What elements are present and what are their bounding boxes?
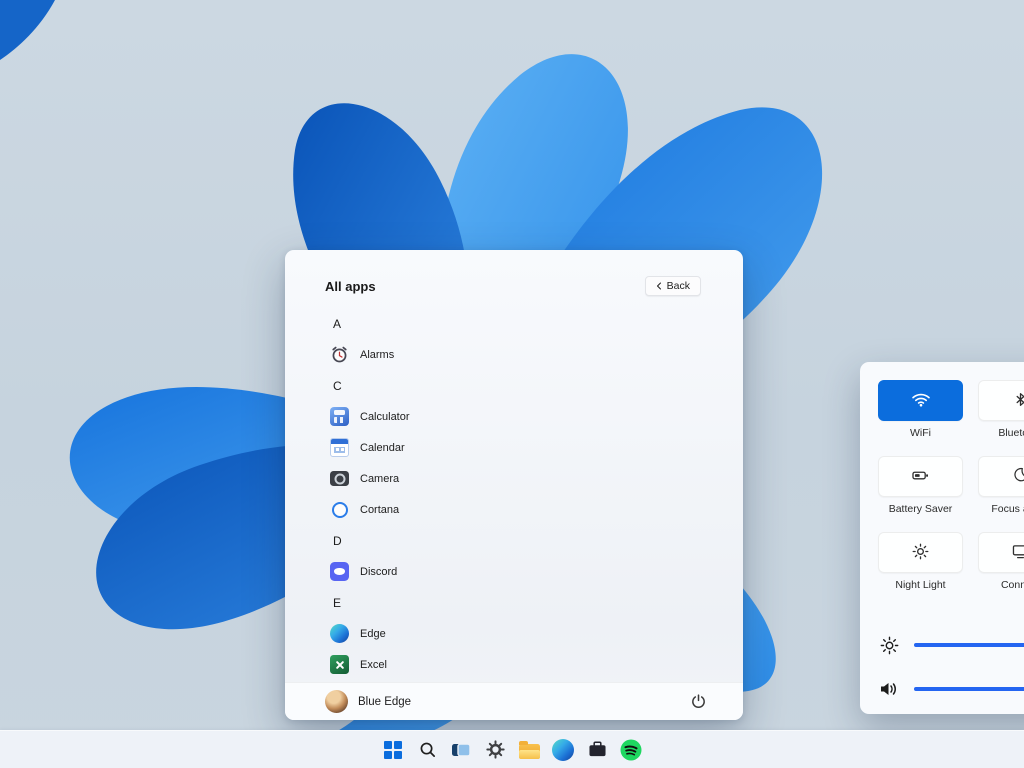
edge-icon <box>552 739 574 761</box>
night-light-tile-label: Night Light <box>878 579 963 591</box>
app-row-alarms[interactable]: Alarms <box>330 339 709 370</box>
gear-icon <box>486 740 505 759</box>
chevron-left-icon <box>656 282 662 290</box>
quick-setting-battery-saver: Battery Saver <box>878 456 963 515</box>
start-menu-footer: Blue Edge <box>285 682 743 720</box>
battery-saver-tile-label: Battery Saver <box>878 503 963 515</box>
camera-icon <box>330 469 349 488</box>
quick-setting-connect: Connect <box>978 532 1024 591</box>
quick-setting-bluetooth: Bluetooth <box>978 380 1024 439</box>
windows-logo-icon <box>384 741 402 759</box>
task-view-button[interactable] <box>447 736 475 764</box>
app-row-excel[interactable]: Excel <box>330 649 709 680</box>
start-menu-all-apps: All apps Back A Alarms C Calculator <box>285 250 743 720</box>
store-button[interactable] <box>583 736 611 764</box>
back-button[interactable]: Back <box>645 276 701 296</box>
volume-slider-row <box>878 670 1024 708</box>
night-light-tile[interactable] <box>878 532 963 573</box>
edge-button[interactable] <box>549 736 577 764</box>
app-row-edge[interactable]: Edge <box>330 618 709 649</box>
spotify-icon <box>620 739 642 761</box>
page-title: All apps <box>325 279 376 294</box>
app-row-calendar[interactable]: Calendar <box>330 432 709 463</box>
bluetooth-tile[interactable] <box>978 380 1024 421</box>
power-button[interactable] <box>683 687 713 717</box>
quick-settings-panel: WiFi Bluetooth Battery Saver <box>860 362 1024 714</box>
quick-setting-wifi: WiFi <box>878 380 963 439</box>
start-menu-header: All apps Back <box>285 250 743 296</box>
app-label: Cortana <box>360 504 399 516</box>
folder-icon <box>519 744 540 759</box>
wifi-icon <box>911 392 931 410</box>
app-label: Camera <box>360 473 399 485</box>
connect-tile-label: Connect <box>978 579 1024 591</box>
app-row-discord[interactable]: Discord <box>330 556 709 587</box>
edge-icon <box>330 624 349 643</box>
search-button[interactable] <box>413 736 441 764</box>
app-label: Calculator <box>360 411 410 423</box>
quick-settings-grid: WiFi Bluetooth Battery Saver <box>878 380 1024 608</box>
brightness-slider[interactable] <box>914 643 1024 647</box>
all-apps-list: A Alarms C Calculator Calendar Camera <box>285 308 743 680</box>
user-profile-button[interactable]: Blue Edge <box>325 690 411 713</box>
cortana-icon <box>330 500 349 519</box>
calendar-icon <box>330 438 349 457</box>
volume-slider[interactable] <box>914 687 1024 691</box>
quick-setting-focus-assist: Focus assist <box>978 456 1024 515</box>
app-row-camera[interactable]: Camera <box>330 463 709 494</box>
app-label: Calendar <box>360 442 405 454</box>
app-label: Discord <box>360 566 397 578</box>
connect-tile[interactable] <box>978 532 1024 573</box>
start-button[interactable] <box>379 736 407 764</box>
task-view-icon <box>451 740 471 760</box>
focus-assist-tile-label: Focus assist <box>978 503 1024 515</box>
file-explorer-button[interactable] <box>515 736 543 764</box>
app-label: Edge <box>360 628 386 640</box>
focus-assist-tile[interactable] <box>978 456 1024 497</box>
section-letter-d[interactable]: D <box>330 525 709 556</box>
avatar <box>325 690 348 713</box>
section-letter-a[interactable]: A <box>330 308 709 339</box>
excel-icon <box>330 655 349 674</box>
settings-button[interactable] <box>481 736 509 764</box>
section-letter-c[interactable]: C <box>330 370 709 401</box>
brightness-slider-row <box>878 626 1024 664</box>
quick-setting-night-light: Night Light <box>878 532 963 591</box>
wifi-tile[interactable] <box>878 380 963 421</box>
bluetooth-icon <box>1013 392 1024 410</box>
app-label: Alarms <box>360 349 394 361</box>
discord-icon <box>330 562 349 581</box>
battery-saver-tile[interactable] <box>878 456 963 497</box>
app-row-calculator[interactable]: Calculator <box>330 401 709 432</box>
quick-settings-sliders <box>878 626 1024 708</box>
sun-icon <box>912 543 929 563</box>
moon-icon <box>1013 467 1024 486</box>
speaker-icon <box>878 681 900 697</box>
calculator-icon <box>330 407 349 426</box>
alarms-icon <box>330 345 349 364</box>
bluetooth-tile-label: Bluetooth <box>978 427 1024 439</box>
briefcase-icon <box>588 741 607 758</box>
app-label: Excel <box>360 659 387 671</box>
wifi-tile-label: WiFi <box>878 427 963 439</box>
app-row-cortana[interactable]: Cortana <box>330 494 709 525</box>
desktop: All apps Back A Alarms C Calculator <box>0 0 1024 768</box>
spotify-button[interactable] <box>617 736 645 764</box>
user-name: Blue Edge <box>358 696 411 708</box>
brightness-icon <box>878 636 900 655</box>
back-button-label: Back <box>667 280 690 292</box>
taskbar <box>0 730 1024 768</box>
section-letter-e[interactable]: E <box>330 587 709 618</box>
search-icon <box>418 740 437 759</box>
battery-icon <box>912 468 929 486</box>
monitor-icon <box>1012 544 1024 562</box>
power-icon <box>690 693 707 710</box>
